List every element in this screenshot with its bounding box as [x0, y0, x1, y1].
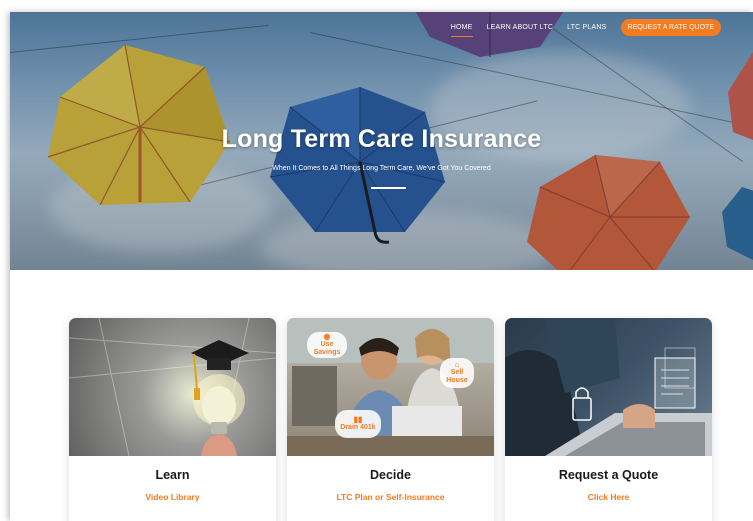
nav-item-ltc-plans[interactable]: LTC PLANS	[567, 20, 606, 35]
decide-card[interactable]: ◉ Use Savings ⌂ Sell House ▮▮ Drain 401k…	[287, 318, 494, 521]
decide-card-image: ◉ Use Savings ⌂ Sell House ▮▮ Drain 401k	[287, 318, 494, 456]
nav-item-learn-about-ltc[interactable]: LEARN ABOUT LTC	[487, 20, 554, 35]
nav-item-home[interactable]: HOME	[450, 20, 473, 37]
laptop-documents-image	[505, 318, 712, 456]
chart-icon: ▮▮	[353, 415, 363, 424]
request-rate-quote-button[interactable]: REQUEST A RATE QUOTE	[620, 19, 721, 36]
drain-401k-tag: ▮▮ Drain 401k	[335, 410, 381, 438]
learn-card[interactable]: Learn Video Library	[69, 318, 276, 521]
hero-subtitle: When It Comes to All Things Long Term Ca…	[272, 165, 491, 172]
page-frame: HOME LEARN ABOUT LTC LTC PLANS REQUEST A…	[10, 12, 753, 521]
sell-house-tag: ⌂ Sell House	[440, 358, 474, 388]
use-savings-tag: ◉ Use Savings	[307, 332, 347, 358]
house-icon: ⌂	[454, 360, 460, 369]
hero-title: Long Term Care Insurance	[221, 125, 542, 153]
hero-divider	[371, 187, 406, 189]
learn-card-image	[69, 318, 276, 456]
main-nav: HOME LEARN ABOUT LTC LTC PLANS REQUEST A…	[450, 19, 721, 37]
learn-card-title: Learn	[155, 468, 190, 482]
decide-card-title: Decide	[370, 468, 411, 482]
piggy-bank-icon: ◉	[323, 332, 331, 341]
request-quote-card[interactable]: Request a Quote Click Here	[505, 318, 712, 521]
request-quote-card-title: Request a Quote	[558, 468, 659, 482]
request-quote-card-image	[505, 318, 712, 456]
click-here-link[interactable]: Click Here	[505, 492, 712, 502]
ltc-plan-or-self-insurance-link[interactable]: LTC Plan or Self-Insurance	[287, 492, 494, 502]
video-library-link[interactable]: Video Library	[69, 492, 276, 502]
lightbulb-graduation-cap-icon	[69, 318, 276, 456]
hero-banner: HOME LEARN ABOUT LTC LTC PLANS REQUEST A…	[10, 12, 753, 270]
